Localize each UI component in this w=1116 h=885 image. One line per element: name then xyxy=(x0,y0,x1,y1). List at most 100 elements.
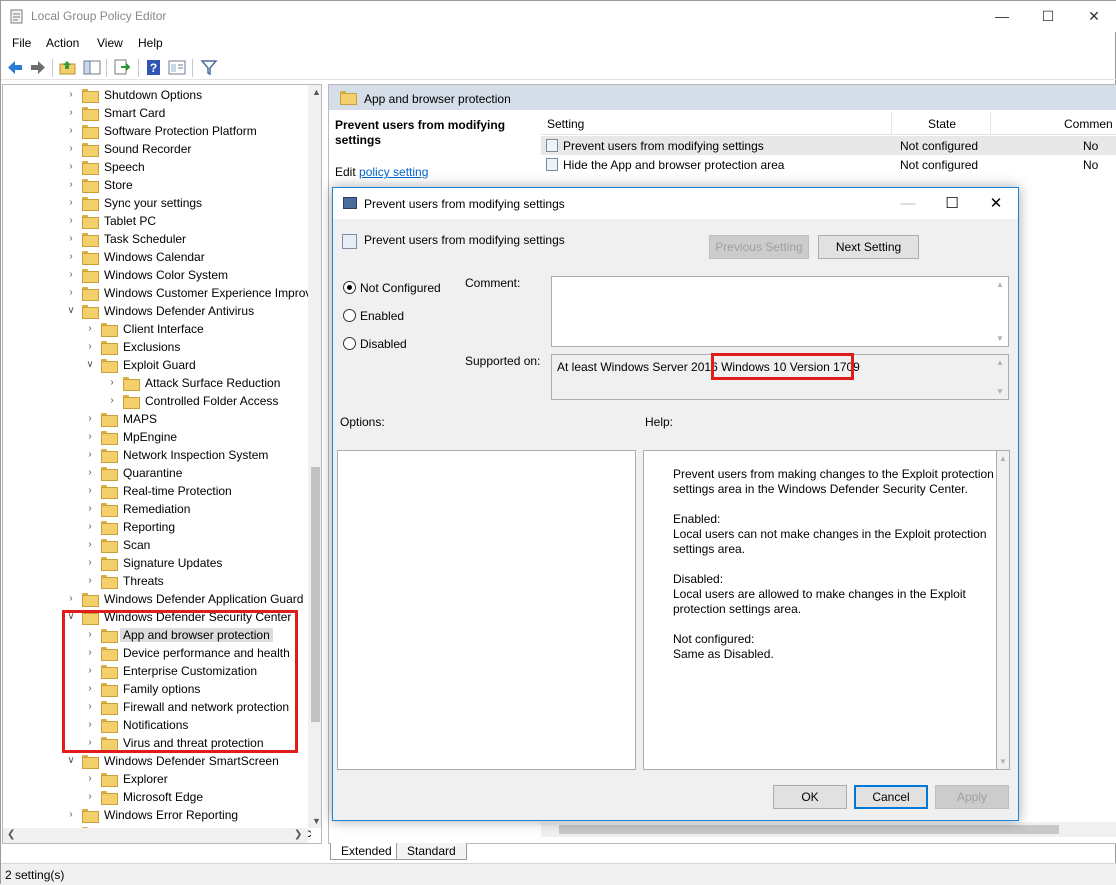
menu-action[interactable]: Action xyxy=(46,36,79,50)
chevron-right-icon[interactable]: › xyxy=(85,467,95,479)
chevron-right-icon[interactable]: › xyxy=(66,143,76,155)
column-setting[interactable]: Setting xyxy=(547,117,584,131)
chevron-right-icon[interactable]: › xyxy=(66,161,76,173)
tree-item[interactable]: › Real-time Protection xyxy=(3,482,308,500)
chevron-right-icon[interactable]: › xyxy=(66,179,76,191)
previous-setting-button[interactable]: Previous Setting xyxy=(709,235,809,259)
tree-item[interactable]: › Remediation xyxy=(3,500,308,518)
menu-file[interactable]: File xyxy=(12,36,31,50)
chevron-right-icon[interactable]: › xyxy=(66,125,76,137)
chevron-right-icon[interactable]: › xyxy=(66,287,76,299)
supported-scrollbar[interactable]: ▲ ▼ xyxy=(993,355,1008,399)
tree-item[interactable]: › Windows Calendar xyxy=(3,248,308,266)
tree-item[interactable]: › Windows Color System xyxy=(3,266,308,284)
close-button[interactable]: ✕ xyxy=(1071,1,1116,32)
chevron-right-icon[interactable]: › xyxy=(85,557,95,569)
scroll-down-arrow-icon[interactable]: ▼ xyxy=(999,757,1007,766)
up-folder-icon[interactable] xyxy=(59,59,77,76)
chevron-right-icon[interactable]: › xyxy=(107,395,117,407)
back-arrow-icon[interactable] xyxy=(6,59,24,76)
chevron-right-icon[interactable]: › xyxy=(66,269,76,281)
tree-item[interactable]: ∨ Windows Defender SmartScreen xyxy=(3,752,308,770)
tree-scroll-thumb[interactable] xyxy=(311,467,320,722)
show-hide-tree-icon[interactable] xyxy=(83,59,101,76)
tree-item[interactable]: ∨ Windows Defender Antivirus xyxy=(3,302,308,320)
chevron-right-icon[interactable]: › xyxy=(85,413,95,425)
scroll-up-arrow-icon[interactable]: ▲ xyxy=(999,454,1007,463)
scroll-left-arrow-icon[interactable]: ❮ xyxy=(7,829,15,840)
chevron-right-icon[interactable]: › xyxy=(66,89,76,101)
settings-scroll-thumb[interactable] xyxy=(559,825,1059,834)
help-icon[interactable]: ? xyxy=(145,59,163,76)
next-setting-button[interactable]: Next Setting xyxy=(818,235,919,259)
chevron-right-icon[interactable]: › xyxy=(66,233,76,245)
scroll-down-arrow-icon[interactable]: ▼ xyxy=(996,387,1004,396)
forward-arrow-icon[interactable] xyxy=(29,59,47,76)
column-state[interactable]: State xyxy=(928,117,956,131)
chevron-right-icon[interactable]: › xyxy=(66,197,76,209)
scroll-right-arrow-icon[interactable]: ❯ xyxy=(294,829,302,840)
tree-item[interactable]: › Windows Customer Experience Improv xyxy=(3,284,311,302)
tree-item[interactable]: › Software Protection Platform xyxy=(3,122,308,140)
chevron-right-icon[interactable]: › xyxy=(85,791,95,803)
chevron-right-icon[interactable]: › xyxy=(85,341,95,353)
scroll-up-arrow-icon[interactable]: ▲ xyxy=(996,280,1004,289)
chevron-right-icon[interactable]: › xyxy=(66,593,76,605)
menu-help[interactable]: Help xyxy=(138,36,163,50)
minimize-button[interactable]: — xyxy=(979,1,1025,32)
chevron-down-icon[interactable]: ∨ xyxy=(66,755,76,767)
tree-item[interactable]: › Threats xyxy=(3,572,308,590)
tree-item[interactable]: › Explorer xyxy=(3,770,308,788)
chevron-right-icon[interactable]: › xyxy=(85,323,95,335)
chevron-down-icon[interactable]: ∨ xyxy=(66,305,76,317)
chevron-right-icon[interactable]: › xyxy=(85,575,95,587)
tree-item[interactable]: › MAPS xyxy=(3,410,308,428)
tree-item[interactable]: › Reporting xyxy=(3,518,308,536)
tree-item[interactable]: › Tablet PC xyxy=(3,212,308,230)
tree-item[interactable]: › Windows Error Reporting xyxy=(3,806,308,824)
tree-item[interactable]: › Sound Recorder xyxy=(3,140,308,158)
tree-item[interactable]: › Client Interface xyxy=(3,320,308,338)
tree-item[interactable]: ∨ Exploit Guard xyxy=(3,356,308,374)
tree-item[interactable]: › Store xyxy=(3,176,308,194)
dialog-minimize-button[interactable]: — xyxy=(886,188,930,219)
tree-item[interactable]: › Scan xyxy=(3,536,308,554)
scroll-down-arrow-icon[interactable]: ▼ xyxy=(312,816,321,826)
chevron-right-icon[interactable]: › xyxy=(85,485,95,497)
dialog-maximize-button[interactable]: ☐ xyxy=(930,188,974,219)
tree-item[interactable]: › Exclusions xyxy=(3,338,308,356)
chevron-right-icon[interactable]: › xyxy=(66,215,76,227)
edit-policy-setting-link[interactable]: policy setting xyxy=(359,165,428,179)
chevron-right-icon[interactable]: › xyxy=(85,449,95,461)
tree-item[interactable]: › Windows Defender Application Guard xyxy=(3,590,308,608)
tree-horizontal-scrollbar[interactable]: ❮ ❯ xyxy=(3,828,308,843)
tree-item[interactable]: › Controlled Folder Access xyxy=(3,392,308,410)
cancel-button[interactable]: Cancel xyxy=(854,785,928,809)
chevron-right-icon[interactable]: › xyxy=(66,809,76,821)
scroll-up-arrow-icon[interactable]: ▲ xyxy=(312,87,321,97)
chevron-right-icon[interactable]: › xyxy=(66,107,76,119)
chevron-right-icon[interactable]: › xyxy=(85,503,95,515)
comment-scrollbar[interactable]: ▲ ▼ xyxy=(993,277,1008,346)
tree-item[interactable]: › Network Inspection System xyxy=(3,446,308,464)
ok-button[interactable]: OK xyxy=(773,785,847,809)
chevron-right-icon[interactable]: › xyxy=(66,251,76,263)
tree-item[interactable]: › Smart Card xyxy=(3,104,308,122)
chevron-right-icon[interactable]: › xyxy=(85,773,95,785)
tab-standard[interactable]: Standard xyxy=(396,843,467,860)
scroll-up-arrow-icon[interactable]: ▲ xyxy=(996,358,1004,367)
chevron-right-icon[interactable]: › xyxy=(85,431,95,443)
menu-view[interactable]: View xyxy=(97,36,123,50)
tree-item[interactable]: › Shutdown Options xyxy=(3,86,308,104)
tree-item[interactable]: › MpEngine xyxy=(3,428,308,446)
tree-item[interactable]: › Microsoft Edge xyxy=(3,788,308,806)
chevron-right-icon[interactable]: › xyxy=(85,539,95,551)
tree-item[interactable]: › Sync your settings xyxy=(3,194,308,212)
tree-item[interactable]: › Quarantine xyxy=(3,464,308,482)
properties-icon[interactable] xyxy=(168,59,186,76)
tree-item[interactable]: › Signature Updates xyxy=(3,554,308,572)
tab-extended[interactable]: Extended xyxy=(330,843,403,860)
tree-item[interactable]: › Speech xyxy=(3,158,308,176)
chevron-right-icon[interactable]: › xyxy=(107,377,117,389)
export-list-icon[interactable] xyxy=(113,59,131,76)
